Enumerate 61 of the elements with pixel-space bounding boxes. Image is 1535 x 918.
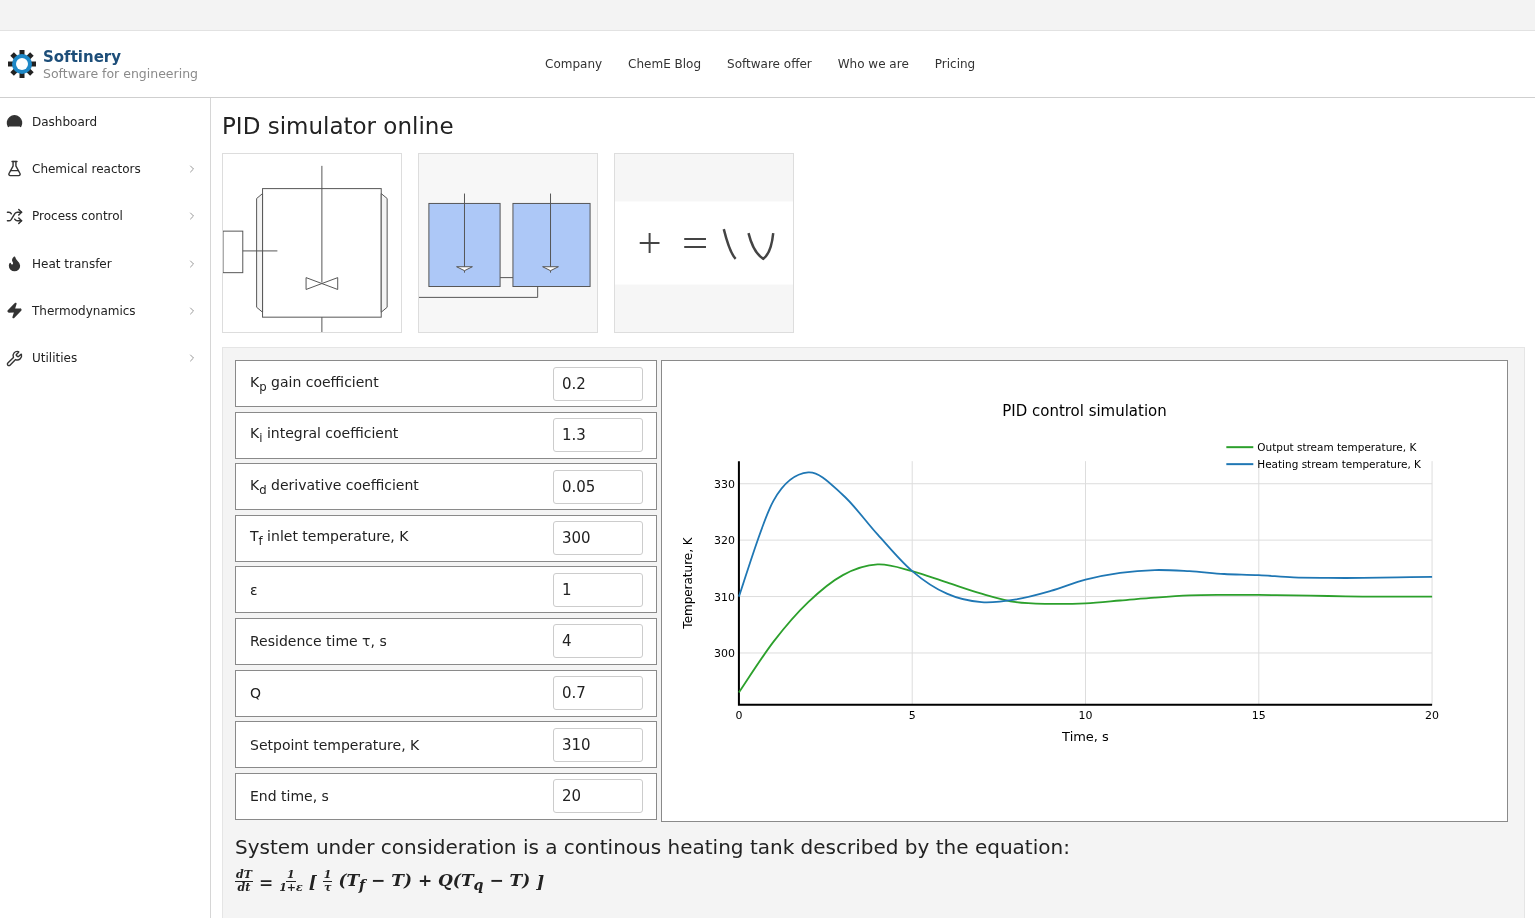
parameter-label: T$_{f}$ inlet temperature, K bbox=[250, 528, 410, 549]
chart-title: PID control simulation bbox=[1002, 402, 1167, 421]
sidebar-item[interactable]: Heat transfer bbox=[0, 239, 210, 288]
sidebar-label: Process control bbox=[32, 209, 124, 224]
sidebar-item[interactable]: Dashboard bbox=[0, 98, 210, 146]
legend-label: Output stream temperature, K bbox=[1257, 441, 1417, 454]
sidebar-label: Thermodynamics bbox=[32, 303, 137, 318]
parameter-input[interactable]: 1.3 bbox=[553, 418, 643, 453]
gear-logo-icon bbox=[7, 49, 37, 79]
page-title: PID simulator online bbox=[222, 113, 455, 139]
parameter-label: K$_{d}$ derivative coefficient bbox=[250, 476, 420, 497]
y-tick-label: 310 bbox=[714, 590, 735, 604]
parameter-label: K$_{i}$ integral coefficient bbox=[250, 425, 400, 445]
sidebar-label: Utilities bbox=[32, 351, 79, 366]
sidebar-item[interactable]: Utilities bbox=[0, 334, 210, 382]
parameter-input[interactable]: 4 bbox=[553, 624, 643, 659]
sidebar-item[interactable]: Chemical reactors bbox=[0, 145, 210, 193]
legend-swatch bbox=[1225, 446, 1255, 449]
legend-swatch bbox=[1225, 463, 1255, 466]
parameter-input[interactable]: 0.05 bbox=[553, 469, 643, 504]
parameter-input[interactable]: 20 bbox=[553, 779, 643, 814]
brand-name[interactable]: Softinery bbox=[43, 47, 199, 66]
flask-icon bbox=[6, 160, 23, 178]
parameter-label: Q bbox=[250, 685, 263, 702]
x-tick-label: 10 bbox=[1078, 708, 1093, 722]
nav-link[interactable]: Who we are bbox=[837, 57, 909, 71]
shuffle-icon bbox=[6, 207, 23, 225]
sidebar-item[interactable]: Thermodynamics bbox=[0, 287, 210, 335]
x-tick-label: 5 bbox=[908, 708, 916, 722]
sidebar-label: Dashboard bbox=[32, 114, 99, 129]
sidebar-label: Chemical reactors bbox=[32, 161, 142, 176]
parameter-label: Residence time τ, s bbox=[250, 633, 388, 650]
sidebar-item[interactable]: Process control bbox=[0, 192, 210, 240]
parameter-label: K$_{p}$ gain coefficient bbox=[250, 373, 380, 394]
nav-link[interactable]: Pricing bbox=[934, 57, 976, 71]
y-tick-label: 320 bbox=[714, 534, 735, 548]
nav-link[interactable]: Software offer bbox=[727, 57, 812, 71]
parameter-input[interactable]: 1 bbox=[553, 572, 643, 607]
sidebar-label: Heat transfer bbox=[32, 256, 113, 271]
parameter-input[interactable]: 0.2 bbox=[553, 366, 643, 401]
legend-label: Heating stream temperature, K bbox=[1257, 458, 1421, 471]
y-tick-label: 330 bbox=[714, 477, 735, 491]
x-tick-label: 20 bbox=[1425, 708, 1440, 722]
parameter-label: ε bbox=[250, 581, 259, 598]
description-text: System under consideration is a continous heating tank described by the equation: bbox=[235, 835, 1071, 859]
x-axis-title: Time, s bbox=[1062, 728, 1109, 744]
nav-link[interactable]: Company bbox=[545, 57, 603, 71]
x-tick-label: 15 bbox=[1251, 708, 1266, 722]
parameter-input[interactable]: 300 bbox=[553, 521, 643, 556]
y-tick-label: 300 bbox=[714, 646, 735, 660]
parameter-label: Setpoint temperature, K bbox=[250, 736, 421, 753]
x-tick-label: 0 bbox=[735, 708, 743, 722]
lightning-icon bbox=[6, 302, 23, 320]
flame-icon bbox=[6, 255, 23, 273]
parameter-input[interactable]: 310 bbox=[553, 727, 643, 762]
wrench-icon bbox=[6, 349, 23, 367]
y-axis-title: Temperature, K bbox=[680, 537, 695, 629]
parameter-input[interactable]: 0.7 bbox=[553, 676, 643, 711]
parameter-label: End time, s bbox=[250, 788, 330, 805]
brand-tagline: Software for engineering bbox=[43, 65, 199, 81]
nav-link[interactable]: ChemE Blog bbox=[628, 57, 702, 71]
